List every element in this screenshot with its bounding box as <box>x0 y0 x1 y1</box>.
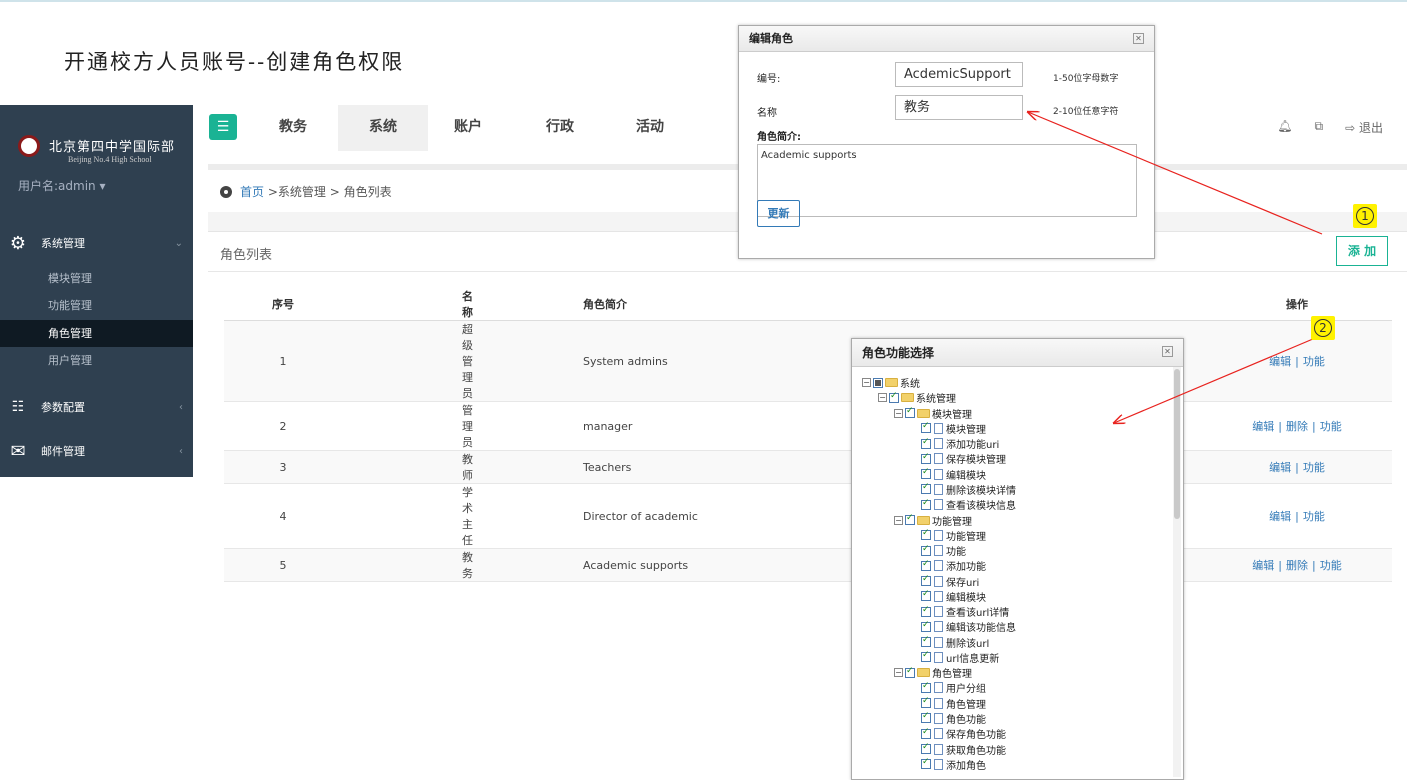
arrow-to-function-tree <box>1114 335 1321 423</box>
annotation-marker-2: 2 <box>1311 316 1335 340</box>
annotation-marker-1: 1 <box>1353 204 1377 228</box>
arrow-to-name-field <box>1028 112 1323 235</box>
annotation-arrows <box>0 0 1323 780</box>
